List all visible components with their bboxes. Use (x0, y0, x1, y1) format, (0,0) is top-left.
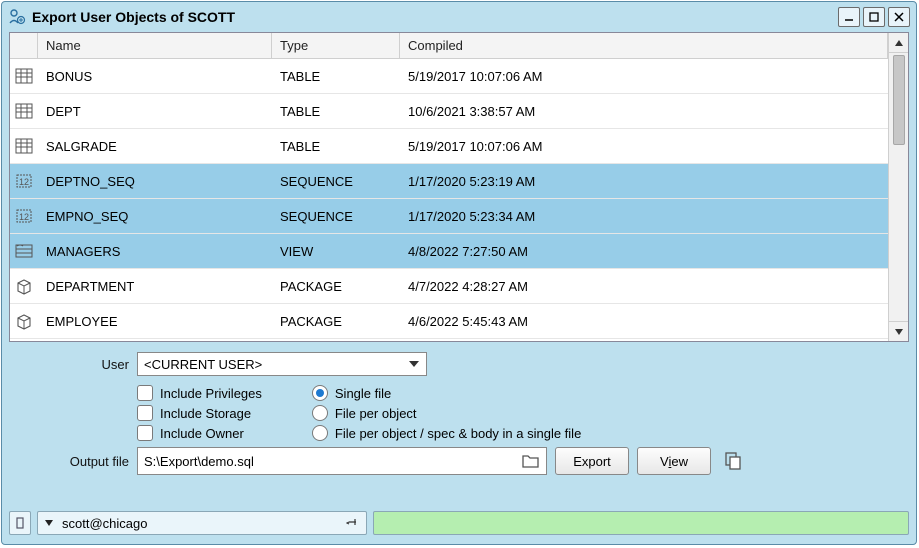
table-icon (10, 137, 38, 155)
file-per-object-label: File per object (335, 406, 417, 421)
connection-text: scott@chicago (62, 516, 147, 531)
include-privileges-checkbox[interactable]: Include Privileges (137, 385, 262, 401)
output-file-value: S:\Export\demo.sql (144, 454, 254, 469)
column-header-name[interactable]: Name (38, 33, 272, 58)
cell-compiled: 4/6/2022 5:45:43 AM (400, 314, 888, 329)
pin-icon[interactable] (346, 516, 360, 530)
statusbar: scott@chicago (9, 508, 909, 538)
status-activity-indicator (9, 511, 31, 535)
close-button[interactable] (888, 7, 910, 27)
menu-arrow-icon (44, 518, 54, 528)
cell-type: VIEW (272, 244, 400, 259)
output-file-input[interactable]: S:\Export\demo.sql (137, 447, 547, 475)
options-form: User <CURRENT USER> Include Privileges (9, 342, 909, 481)
svg-text:12: 12 (19, 177, 29, 187)
sequence-icon: 12 (10, 207, 38, 225)
cell-name: BONUS (38, 69, 272, 84)
table-row[interactable]: MANAGERSVIEW4/8/2022 7:27:50 AM (10, 234, 888, 269)
cell-compiled: 5/19/2017 10:07:06 AM (400, 139, 888, 154)
sequence-icon: 12 (10, 172, 38, 190)
column-header-compiled[interactable]: Compiled (400, 33, 888, 58)
cell-compiled: 4/8/2022 7:27:50 AM (400, 244, 888, 259)
cell-name: DEPARTMENT (38, 279, 272, 294)
file-per-object-spec-label: File per object / spec & body in a singl… (335, 426, 581, 441)
cell-compiled: 10/6/2021 3:38:57 AM (400, 104, 888, 119)
cell-compiled: 4/7/2022 4:28:27 AM (400, 279, 888, 294)
table-row[interactable]: EMPLOYEEPACKAGE4/6/2022 5:45:43 AM (10, 304, 888, 339)
package-icon (10, 277, 38, 295)
cell-type: TABLE (272, 69, 400, 84)
table-row[interactable]: DEPARTMENTPACKAGE4/7/2022 4:28:27 AM (10, 269, 888, 304)
maximize-button[interactable] (863, 7, 885, 27)
app-window: Export User Objects of SCOTT Name Type C… (1, 1, 917, 545)
column-header-type[interactable]: Type (272, 33, 400, 58)
table-icon (10, 102, 38, 120)
cell-type: SEQUENCE (272, 174, 400, 189)
column-header-icon[interactable] (10, 33, 38, 58)
browse-folder-button[interactable] (519, 450, 543, 472)
scroll-thumb[interactable] (893, 55, 905, 145)
view-icon (10, 242, 38, 260)
single-file-radio[interactable]: Single file (312, 385, 581, 401)
scroll-up-icon[interactable] (889, 33, 908, 53)
include-privileges-label: Include Privileges (160, 386, 262, 401)
table-icon (10, 67, 38, 85)
output-file-label: Output file (17, 454, 129, 469)
app-icon (8, 8, 26, 26)
file-per-object-radio[interactable]: File per object (312, 405, 581, 421)
cell-type: PACKAGE (272, 314, 400, 329)
grid-scrollbar[interactable] (888, 33, 908, 341)
scroll-down-icon[interactable] (889, 321, 908, 341)
cell-compiled: 1/17/2020 5:23:34 AM (400, 209, 888, 224)
cell-type: TABLE (272, 139, 400, 154)
window-title: Export User Objects of SCOTT (32, 9, 832, 25)
cell-name: SALGRADE (38, 139, 272, 154)
minimize-button[interactable] (838, 7, 860, 27)
view-button[interactable]: View (637, 447, 711, 475)
include-storage-label: Include Storage (160, 406, 251, 421)
user-value: <CURRENT USER> (144, 357, 262, 372)
cell-type: PACKAGE (272, 279, 400, 294)
cell-compiled: 5/19/2017 10:07:06 AM (400, 69, 888, 84)
include-owner-checkbox[interactable]: Include Owner (137, 425, 262, 441)
user-combobox[interactable]: <CURRENT USER> (137, 352, 427, 376)
user-label: User (17, 357, 129, 372)
svg-text:12: 12 (19, 212, 29, 222)
table-row[interactable]: 12 DEPTNO_SEQSEQUENCE1/17/2020 5:23:19 AM (10, 164, 888, 199)
table-row[interactable]: DEPTTABLE10/6/2021 3:38:57 AM (10, 94, 888, 129)
single-file-label: Single file (335, 386, 391, 401)
cell-name: EMPLOYEE (38, 314, 272, 329)
grid-header-row: Name Type Compiled (10, 33, 888, 59)
cell-name: DEPT (38, 104, 272, 119)
table-row[interactable]: SALGRADETABLE5/19/2017 10:07:06 AM (10, 129, 888, 164)
cell-type: TABLE (272, 104, 400, 119)
table-row[interactable]: BONUSTABLE5/19/2017 10:07:06 AM (10, 59, 888, 94)
file-per-object-spec-radio[interactable]: File per object / spec & body in a singl… (312, 425, 581, 441)
status-progress-bar (373, 511, 909, 535)
cell-name: DEPTNO_SEQ (38, 174, 272, 189)
include-storage-checkbox[interactable]: Include Storage (137, 405, 262, 421)
export-button[interactable]: Export (555, 447, 629, 475)
table-row[interactable]: 12 EMPNO_SEQSEQUENCE1/17/2020 5:23:34 AM (10, 199, 888, 234)
titlebar: Export User Objects of SCOTT (2, 2, 916, 32)
cell-compiled: 1/17/2020 5:23:19 AM (400, 174, 888, 189)
copy-button[interactable] (719, 447, 747, 475)
chevron-down-icon (408, 358, 420, 370)
cell-name: MANAGERS (38, 244, 272, 259)
objects-grid[interactable]: Name Type Compiled BONUSTABLE5/19/2017 1… (9, 32, 909, 342)
include-owner-label: Include Owner (160, 426, 244, 441)
cell-name: EMPNO_SEQ (38, 209, 272, 224)
status-connection[interactable]: scott@chicago (37, 511, 367, 535)
cell-type: SEQUENCE (272, 209, 400, 224)
package-icon (10, 312, 38, 330)
